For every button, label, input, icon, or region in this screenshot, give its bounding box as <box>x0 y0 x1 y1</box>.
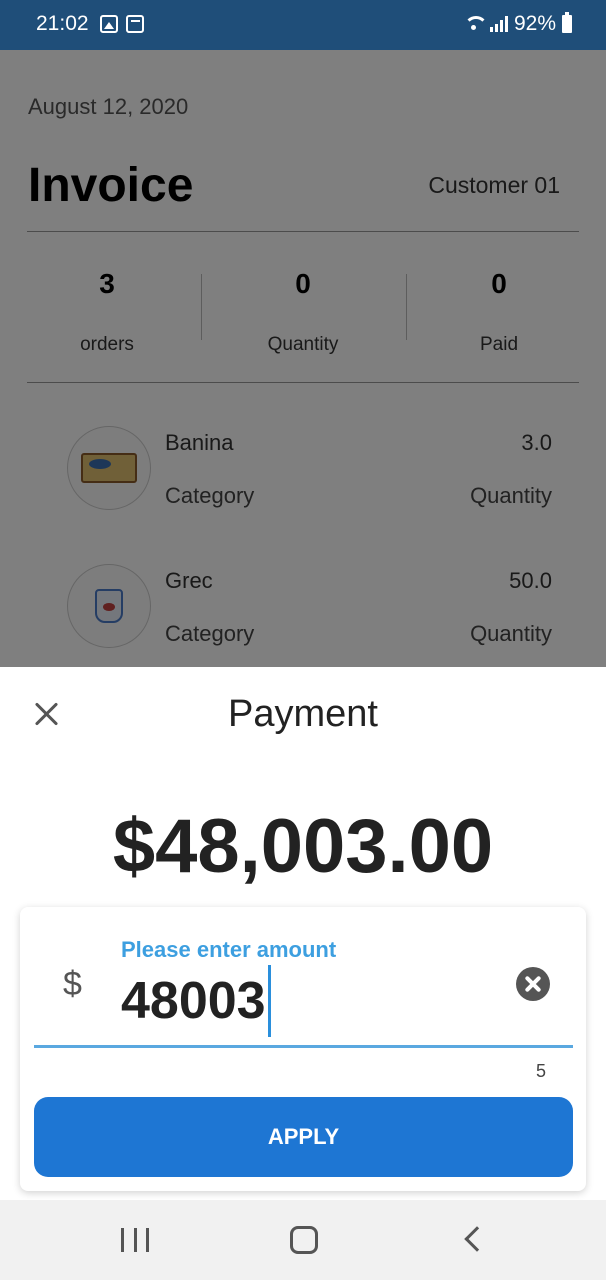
character-counter: 5 <box>535 1061 546 1081</box>
back-icon[interactable] <box>464 1226 490 1252</box>
home-icon[interactable] <box>290 1226 318 1254</box>
modal-scrim[interactable] <box>0 50 606 667</box>
sheet-title: Payment <box>228 693 378 735</box>
payment-amount: $48,003.00 <box>112 804 494 889</box>
status-time: 21:02 <box>36 12 89 35</box>
text-caret <box>267 965 271 1037</box>
amount-input-value[interactable]: 48003 <box>121 971 266 1031</box>
apply-button[interactable]: APPLY <box>34 1097 573 1177</box>
amount-card: $ Please enter amount 48003 5 APPLY <box>20 907 586 1191</box>
navigation-bar <box>0 1200 606 1280</box>
battery-icon <box>562 12 572 33</box>
battery-percent: 92% <box>513 12 556 35</box>
gallery-icon <box>100 15 118 33</box>
currency-symbol: $ <box>63 965 82 1003</box>
clear-icon[interactable] <box>516 967 550 1001</box>
status-right: 92% <box>462 12 572 36</box>
status-notification-icons <box>100 15 144 33</box>
amount-input[interactable]: 48003 <box>121 965 271 1037</box>
amount-field-label: Please enter amount <box>121 937 337 962</box>
wifi-icon <box>462 16 488 32</box>
payment-sheet: Payment $48,003.00 $ Please enter amount… <box>0 667 606 1200</box>
input-underline <box>34 1045 573 1048</box>
signal-icon <box>489 16 508 32</box>
recent-apps-icon[interactable] <box>121 1228 149 1252</box>
status-bar: 21:02 92% <box>0 0 606 50</box>
calendar-icon <box>126 15 144 33</box>
